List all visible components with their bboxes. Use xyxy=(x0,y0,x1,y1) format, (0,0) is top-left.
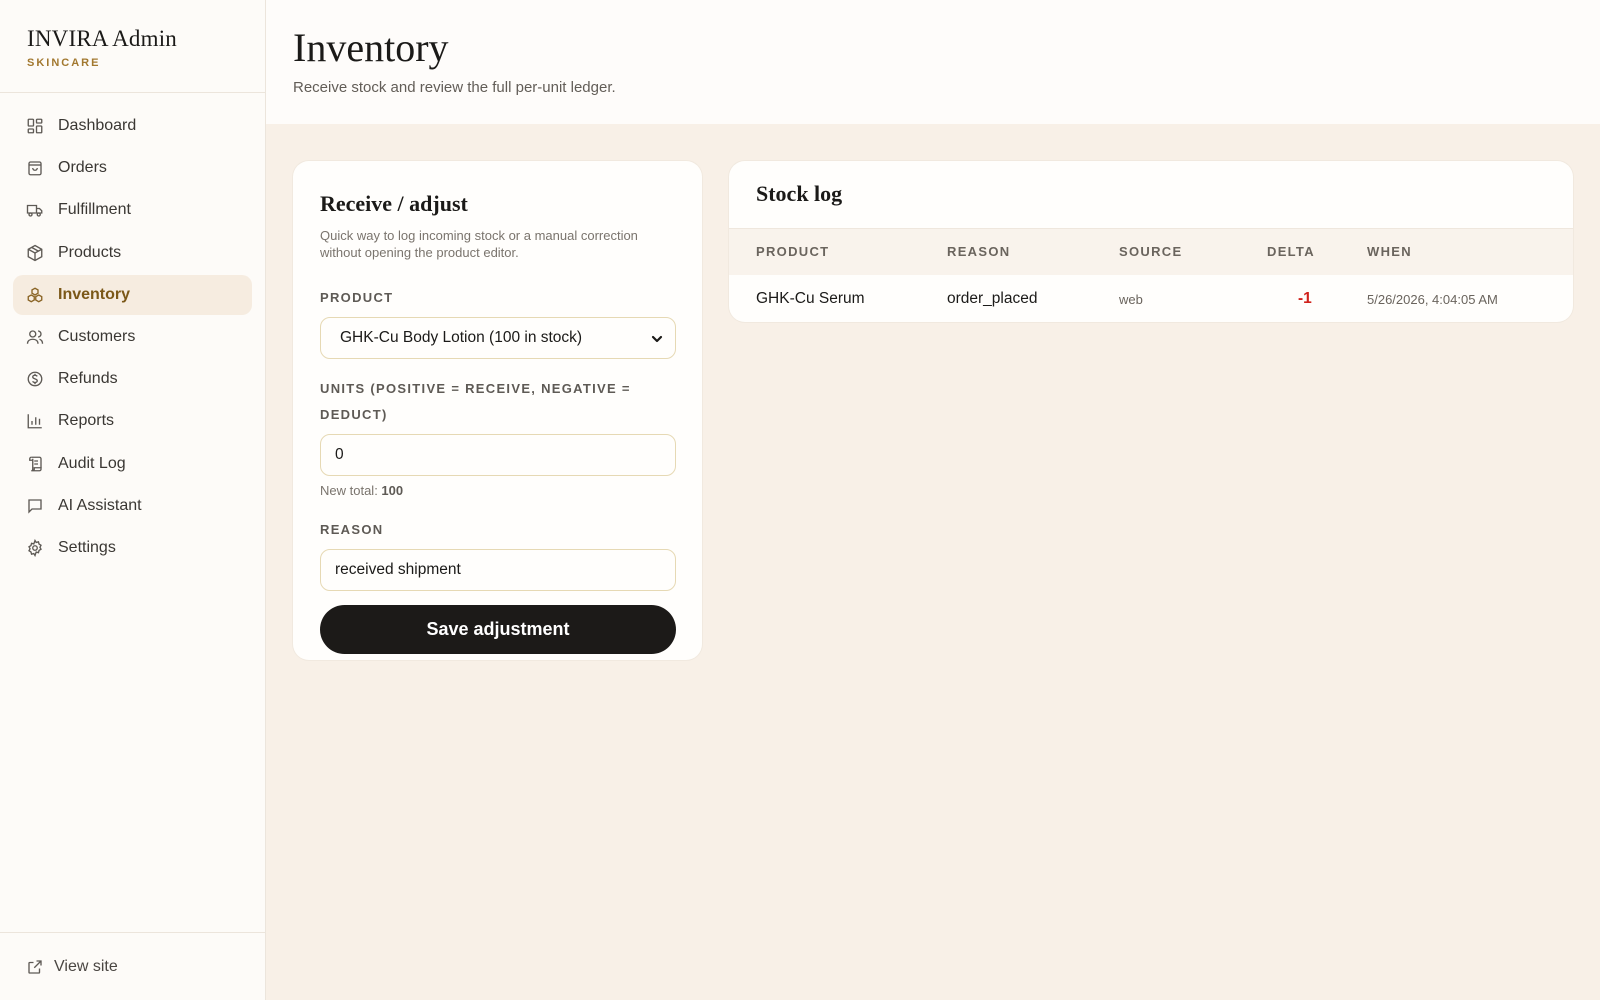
column-header-product: PRODUCT xyxy=(756,244,830,259)
card-title: Receive / adjust xyxy=(320,191,468,216)
reason-input[interactable]: received shipment xyxy=(320,549,676,591)
save-adjustment-button[interactable]: Save adjustment xyxy=(320,605,676,654)
sidebar-item-label: Audit Log xyxy=(58,454,126,472)
product-select-value: GHK-Cu Body Lotion (100 in stock) xyxy=(340,329,583,346)
view-site-label: View site xyxy=(54,957,118,975)
sidebar-item-reports[interactable]: Reports xyxy=(13,401,252,441)
bag-icon xyxy=(26,159,44,177)
sidebar-item-label: Dashboard xyxy=(58,117,137,134)
view-site-link[interactable]: View site xyxy=(0,932,265,1000)
reason-input-value: received shipment xyxy=(335,561,461,578)
sidebar-item-customers[interactable]: Customers xyxy=(13,317,252,357)
sidebar-nav: Dashboard Orders Fulfillment Products In… xyxy=(0,93,265,568)
cell-when: 5/26/2026, 4:04:05 AM xyxy=(1367,292,1498,307)
column-header-source: SOURCE xyxy=(1119,244,1183,259)
cell-reason: order_placed xyxy=(947,290,1038,307)
sidebar-item-settings[interactable]: Settings xyxy=(13,528,252,568)
sidebar-item-ai-assistant[interactable]: AI Assistant xyxy=(13,486,252,526)
cell-product: GHK-Cu Serum xyxy=(756,290,865,307)
new-total-label: New total: xyxy=(320,483,382,498)
sidebar-item-label: Reports xyxy=(58,412,115,430)
sidebar-item-label: Settings xyxy=(58,538,116,556)
sidebar-item-label: Customers xyxy=(58,327,136,345)
receive-adjust-card: Receive / adjust Quick way to log incomi… xyxy=(293,161,702,660)
chat-icon xyxy=(26,497,44,515)
sidebar-item-dashboard[interactable]: Dashboard xyxy=(13,106,252,146)
new-total-hint: New total: 100 xyxy=(320,483,675,498)
stack-icon xyxy=(26,286,44,304)
brand: INVIRA Admin SKINCARE xyxy=(0,0,265,93)
truck-icon xyxy=(26,201,44,219)
sidebar-item-label: Products xyxy=(58,243,122,261)
brand-title: INVIRA Admin xyxy=(27,26,177,51)
sidebar-item-fulfillment[interactable]: Fulfillment xyxy=(13,190,252,230)
units-label: UNITS (POSITIVE = RECEIVE, NEGATIVE = DE… xyxy=(320,376,675,428)
scroll-icon xyxy=(26,455,44,473)
box-icon xyxy=(26,244,44,262)
stock-log-card: Stock log PRODUCT REASON SOURCE DELTA WH… xyxy=(729,161,1573,322)
sidebar-item-inventory[interactable]: Inventory xyxy=(13,274,252,315)
sidebar-item-label: Inventory xyxy=(58,285,131,303)
sidebar-item-orders[interactable]: Orders xyxy=(13,148,252,188)
bar-chart-icon xyxy=(26,412,44,430)
dollar-icon xyxy=(26,370,44,388)
external-link-icon xyxy=(26,958,44,976)
units-label-line: DEDUCT) xyxy=(320,407,388,422)
sidebar-item-label: Orders xyxy=(58,159,107,177)
reason-label: REASON xyxy=(320,522,384,537)
units-input[interactable]: 0 xyxy=(320,434,676,476)
column-header-when: WHEN xyxy=(1367,244,1412,259)
table-row: GHK-Cu Serum order_placed web -1 5/26/20… xyxy=(729,275,1573,322)
column-header-delta: DELTA xyxy=(1267,244,1315,259)
dashboard-icon xyxy=(26,117,44,135)
card-description-line: without opening the product editor. xyxy=(320,245,519,260)
page-header: Inventory Receive stock and review the f… xyxy=(266,0,1600,124)
sidebar-item-refunds[interactable]: Refunds xyxy=(13,359,252,399)
users-icon xyxy=(26,328,44,346)
product-select[interactable]: GHK-Cu Body Lotion (100 in stock) xyxy=(320,317,676,359)
card-description-line: Quick way to log incoming stock or a man… xyxy=(320,228,638,243)
sidebar-item-label: Refunds xyxy=(58,370,118,388)
page-subtitle: Receive stock and review the full per-un… xyxy=(293,79,616,96)
sidebar-item-products[interactable]: Products xyxy=(13,233,252,273)
sidebar-item-label: AI Assistant xyxy=(58,496,142,514)
brand-subtitle: SKINCARE xyxy=(27,57,101,69)
sidebar: INVIRA Admin SKINCARE Dashboard Orders F… xyxy=(0,0,266,1000)
table-header: PRODUCT REASON SOURCE DELTA WHEN xyxy=(729,228,1573,275)
gear-icon xyxy=(26,538,44,557)
page-title: Inventory xyxy=(293,25,449,70)
cell-delta: -1 xyxy=(1298,290,1312,307)
card-description: Quick way to log incoming stock or a man… xyxy=(320,227,675,261)
chevron-down-icon xyxy=(651,332,663,344)
units-label-line: UNITS (POSITIVE = RECEIVE, NEGATIVE = xyxy=(320,381,631,396)
column-header-reason: REASON xyxy=(947,244,1011,259)
cell-source: web xyxy=(1119,292,1143,307)
sidebar-item-audit-log[interactable]: Audit Log xyxy=(13,444,252,484)
new-total-value: 100 xyxy=(381,483,404,498)
stock-log-title: Stock log xyxy=(756,181,843,206)
units-input-value: 0 xyxy=(335,446,344,463)
sidebar-item-label: Fulfillment xyxy=(58,201,131,219)
product-label: PRODUCT xyxy=(320,290,394,305)
